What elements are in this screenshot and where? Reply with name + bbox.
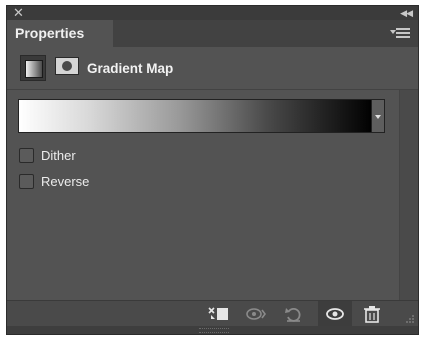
properties-panel: ✕ ◀◀ Properties Gradient Map Dither Reve…	[6, 5, 419, 335]
drag-handle-icon	[199, 328, 229, 333]
view-previous-state-icon[interactable]	[245, 304, 267, 324]
reverse-checkbox[interactable]	[19, 174, 34, 189]
gradient-preview-bar[interactable]	[18, 99, 374, 133]
resize-grip-icon[interactable]	[405, 314, 415, 324]
vertical-scrollbar[interactable]	[399, 90, 418, 300]
clip-to-layer-icon[interactable]	[207, 304, 229, 324]
toggle-visibility-button[interactable]	[318, 301, 352, 327]
adjustment-title: Gradient Map	[87, 61, 174, 76]
panel-footer	[7, 300, 418, 327]
collapse-double-chevron-icon[interactable]: ◀◀	[400, 7, 413, 19]
adjustment-header: Gradient Map	[7, 47, 418, 90]
dither-checkbox[interactable]	[19, 148, 34, 163]
panel-menu-icon[interactable]	[390, 28, 410, 38]
reset-icon[interactable]	[283, 304, 305, 324]
toggle-visibility-icon	[326, 308, 344, 320]
layer-mask-icon[interactable]	[55, 57, 79, 75]
tab-properties[interactable]: Properties	[7, 20, 113, 47]
chevron-down-icon	[375, 115, 381, 119]
reverse-label: Reverse	[41, 174, 90, 189]
panel-bottom-grip[interactable]	[7, 326, 418, 334]
panel-titlebar: ✕ ◀◀	[7, 6, 418, 20]
close-icon[interactable]: ✕	[13, 6, 24, 20]
tab-bar: Properties	[7, 20, 418, 47]
gradient-map-adjustment-icon[interactable]	[20, 55, 46, 81]
dither-label: Dither	[41, 148, 76, 163]
gradient-dropdown-button[interactable]	[371, 99, 385, 133]
delete-icon[interactable]	[361, 304, 383, 324]
properties-content: Dither Reverse	[7, 90, 399, 300]
